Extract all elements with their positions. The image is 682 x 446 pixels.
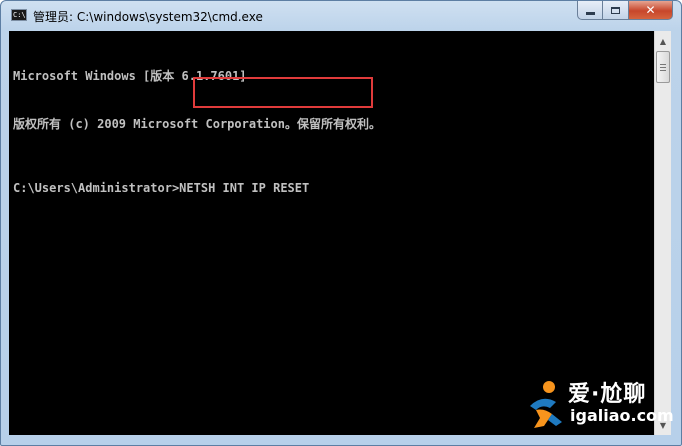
console-prompt: C:\Users\Administrator> (13, 181, 180, 195)
minimize-icon (585, 11, 595, 15)
minimize-button[interactable] (577, 1, 603, 20)
console-output-area[interactable]: Microsoft Windows [版本 6.1.7601] 版权所有 (c)… (9, 31, 654, 435)
close-button[interactable]: ✕ (629, 1, 673, 20)
console-text: Microsoft Windows [版本 6.1.7601] 版权所有 (c)… (13, 36, 381, 228)
maximize-button[interactable] (603, 1, 629, 20)
console-prompt-line: C:\Users\Administrator>NETSH INT IP RESE… (13, 180, 381, 196)
window-title: 管理员: C:\windows\system32\cmd.exe (33, 8, 263, 25)
title-bar[interactable]: C:\ 管理员: C:\windows\system32\cmd.exe ✕ (1, 1, 681, 31)
title-admin-prefix: 管理员: (33, 10, 77, 24)
thumb-grip-line (660, 70, 666, 71)
thumb-grip-line (660, 67, 666, 68)
scroll-up-arrow-icon[interactable]: ▲ (656, 33, 670, 49)
thumb-grip-line (660, 64, 666, 65)
vertical-scrollbar[interactable]: ▲ ▼ (654, 31, 671, 435)
maximize-icon (611, 6, 620, 14)
scroll-down-arrow-icon[interactable]: ▼ (656, 417, 670, 433)
title-path: C:\windows\system32\cmd.exe (76, 10, 263, 24)
console-line-copyright: 版权所有 (c) 2009 Microsoft Corporation。保留所有… (13, 117, 381, 131)
close-icon: ✕ (645, 3, 656, 17)
console-command: NETSH INT IP RESET (179, 181, 310, 195)
scrollbar-thumb[interactable] (656, 51, 670, 83)
cmd-window: C:\ 管理员: C:\windows\system32\cmd.exe ✕ M… (0, 0, 682, 446)
caption-buttons: ✕ (577, 1, 673, 21)
cmd-app-icon[interactable]: C:\ (11, 9, 27, 21)
command-highlight-box (193, 77, 373, 108)
